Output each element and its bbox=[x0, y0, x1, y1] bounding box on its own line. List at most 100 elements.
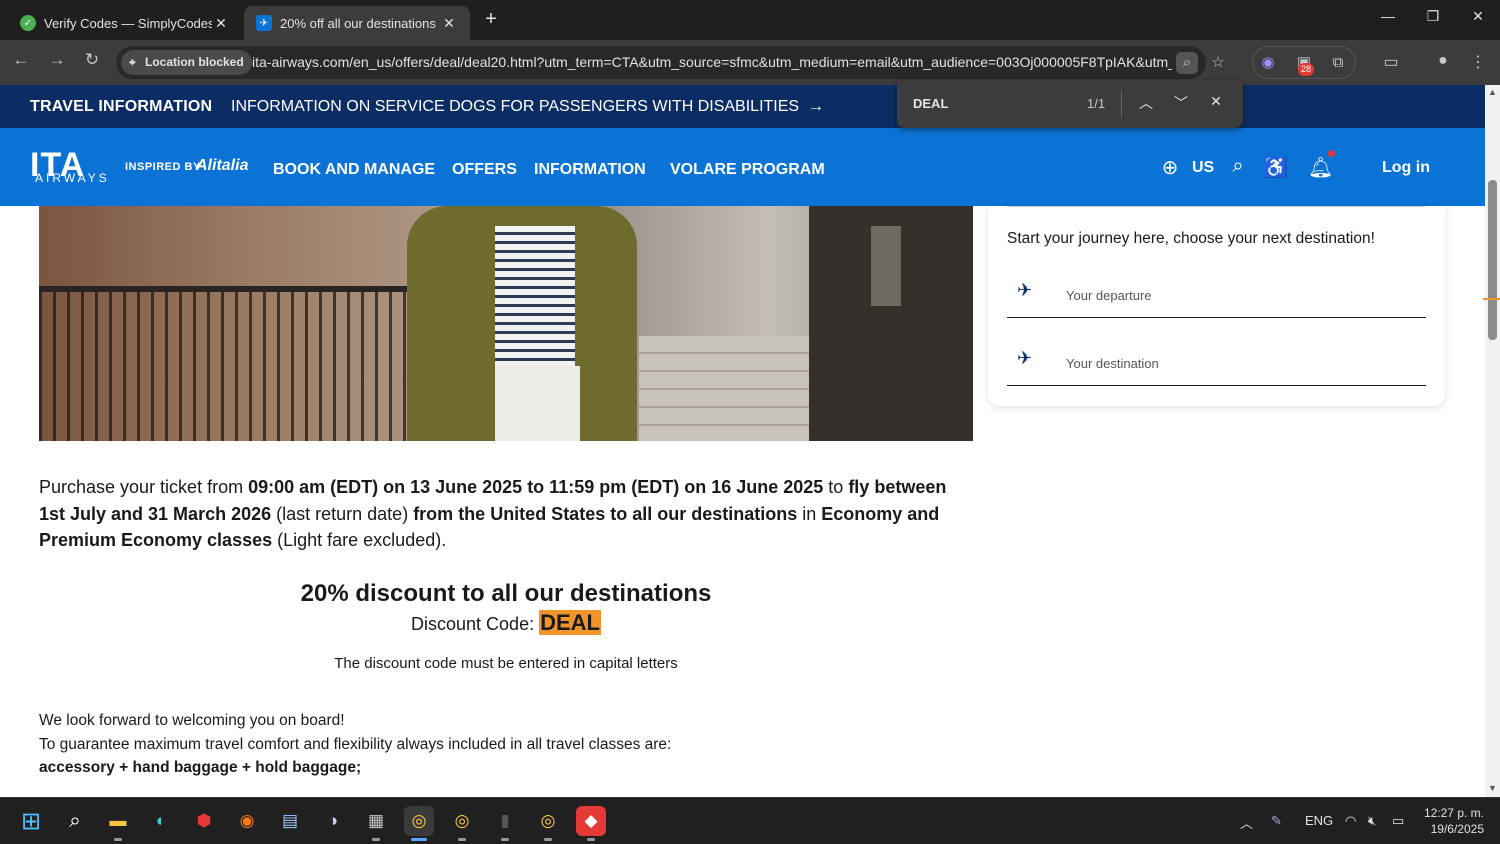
chevron-down-icon[interactable]: ﹀ bbox=[1170, 93, 1192, 113]
discount-note: The discount code must be entered in cap… bbox=[334, 655, 678, 672]
service-dogs-link-text: INFORMATION ON SERVICE DOGS FOR PASSENGE… bbox=[231, 98, 800, 115]
minimize-icon[interactable]: — bbox=[1368, 8, 1408, 24]
clock[interactable]: 12:27 p. m. 19/6/2025 bbox=[1412, 805, 1484, 837]
find-input[interactable]: DEAL bbox=[913, 96, 948, 111]
nav-information[interactable]: INFORMATION bbox=[534, 161, 646, 179]
chrome-icon[interactable]: ◎ bbox=[404, 806, 434, 841]
notification-dot bbox=[1328, 150, 1335, 157]
menu-dots-icon[interactable]: ⋮ bbox=[1467, 52, 1489, 72]
travel-info-title: TRAVEL INFORMATION bbox=[30, 98, 213, 115]
hero-steps bbox=[639, 336, 809, 441]
text-span: (last return date) bbox=[271, 503, 414, 524]
close-icon[interactable]: ✕ bbox=[212, 15, 230, 32]
welcome-line: To guarantee maximum travel comfort and … bbox=[39, 735, 672, 753]
url-text[interactable]: ita-airways.com/en_us/offers/deal/deal20… bbox=[252, 54, 1172, 70]
globe-icon[interactable]: ⊕ bbox=[1158, 155, 1182, 180]
app-red-icon[interactable]: ⬢ bbox=[189, 806, 219, 836]
text-span: in bbox=[797, 503, 822, 524]
scroll-down-icon[interactable]: ▼ bbox=[1487, 783, 1498, 793]
profile-avatar-icon[interactable]: ● bbox=[1432, 52, 1454, 70]
hero-railing-top bbox=[39, 286, 459, 292]
tab-title: 20% off all our destinations | ITA bbox=[280, 15, 440, 31]
chevron-up-icon[interactable]: ︿ bbox=[1135, 93, 1157, 113]
nav-book-and-manage[interactable]: BOOK AND MANAGE bbox=[273, 161, 435, 179]
search-icon[interactable]: ⌕ bbox=[60, 806, 90, 836]
extension-badge: 28 bbox=[1298, 63, 1315, 76]
page-search-icon[interactable]: ⌕ bbox=[1176, 52, 1198, 74]
bookmark-star-icon[interactable]: ☆ bbox=[1207, 52, 1229, 74]
battery-icon[interactable]: ▭ bbox=[1392, 813, 1404, 829]
plane-takeoff-icon: ✈ bbox=[1017, 348, 1033, 368]
tab-simplycodes[interactable]: ✓ Verify Codes — SimplyCodes ✕ bbox=[8, 6, 242, 40]
file-explorer-icon[interactable]: ▬ bbox=[103, 806, 133, 841]
location-off-icon: ⌖ bbox=[129, 55, 136, 69]
chrome-profile-icon[interactable]: ◎ bbox=[533, 806, 563, 841]
discount-code-label: Discount Code: bbox=[411, 614, 540, 634]
app-orb-icon[interactable]: ◑ bbox=[318, 806, 348, 836]
nav-volare-program[interactable]: VOLARE PROGRAM bbox=[670, 161, 825, 179]
discount-code-line: Discount Code: DEAL bbox=[39, 610, 973, 636]
chevron-up-icon[interactable]: ︿ bbox=[1240, 813, 1253, 832]
accessibility-icon[interactable]: ♿ bbox=[1263, 155, 1288, 180]
windows-start-icon[interactable]: ⊞ bbox=[16, 806, 46, 836]
windows-taskbar: ⊞ ⌕ ▬ ◐ ⬢ ◉ ▤ ◑ ▦ ◎ ◎ ▮ ◎ ◆ ︿ ✎ ENG ◠ 🔇︎… bbox=[0, 797, 1500, 844]
tab-strip: ✓ Verify Codes — SimplyCodes ✕ ✈ 20% off… bbox=[0, 0, 1500, 40]
edge-icon[interactable]: ◐ bbox=[146, 806, 176, 836]
address-bar[interactable]: ⌖ Location blocked ita-airways.com/en_us… bbox=[116, 46, 1225, 79]
destination-field[interactable]: ✈ Your destination bbox=[1007, 336, 1426, 386]
nav-offers[interactable]: OFFERS bbox=[452, 161, 517, 179]
location-chip-label: Location blocked bbox=[145, 55, 244, 69]
calculator-icon[interactable]: ▦ bbox=[361, 806, 391, 841]
find-count: 1/1 bbox=[1087, 96, 1106, 111]
text-span: to bbox=[823, 477, 849, 497]
pen-icon[interactable]: ✎ bbox=[1271, 813, 1282, 829]
destination-placeholder: Your destination bbox=[1066, 356, 1159, 371]
card-divider bbox=[1007, 206, 1425, 207]
scroll-thumb[interactable] bbox=[1488, 180, 1497, 340]
wifi-icon[interactable]: ◠ bbox=[1345, 813, 1356, 829]
extension-icon[interactable]: ◉ bbox=[1257, 52, 1279, 74]
text-bold: from the United States to all our destin… bbox=[413, 503, 798, 524]
window-app-icon[interactable]: ▤ bbox=[275, 806, 305, 836]
input-language[interactable]: ENG bbox=[1305, 813, 1333, 828]
departure-placeholder: Your departure bbox=[1066, 288, 1152, 303]
app-red-square-icon[interactable]: ◆ bbox=[576, 806, 606, 841]
close-window-icon[interactable]: ✕ bbox=[1458, 8, 1498, 25]
service-dogs-link[interactable]: INFORMATION ON SERVICE DOGS FOR PASSENGE… bbox=[231, 98, 824, 116]
clock-date: 19/6/2025 bbox=[1430, 822, 1484, 836]
scroll-up-icon[interactable]: ▲ bbox=[1487, 87, 1498, 97]
bell-icon[interactable]: 🔔︎ bbox=[1308, 155, 1333, 180]
ita-favicon-icon: ✈ bbox=[256, 15, 272, 31]
new-tab-icon[interactable]: + bbox=[480, 8, 502, 31]
tab-title: Verify Codes — SimplyCodes bbox=[44, 15, 212, 31]
page-scrollbar[interactable]: ▲ ▼ bbox=[1485, 85, 1500, 797]
app-dark-icon[interactable]: ▮ bbox=[490, 806, 520, 841]
plane-takeoff-icon: ✈ bbox=[1017, 280, 1033, 300]
extensions-puzzle-icon[interactable]: ⧉ bbox=[1327, 52, 1349, 74]
offer-description: Purchase your ticket from 09:00 am (EDT)… bbox=[39, 474, 969, 554]
language-selector[interactable]: US bbox=[1192, 159, 1214, 177]
welcome-line: We look forward to welcoming you on boar… bbox=[39, 712, 345, 729]
speaker-muted-icon[interactable]: 🔇︎ bbox=[1368, 813, 1376, 829]
search-icon[interactable]: ⌕ bbox=[1226, 155, 1250, 178]
close-icon[interactable]: ✕ bbox=[440, 15, 458, 32]
back-icon[interactable]: ← bbox=[8, 50, 34, 70]
departure-field[interactable]: ✈ Your departure bbox=[1007, 268, 1426, 318]
find-match-marker bbox=[1483, 298, 1500, 300]
reading-mode-icon[interactable]: ▭ bbox=[1380, 52, 1402, 72]
location-blocked-chip[interactable]: ⌖ Location blocked bbox=[121, 50, 252, 75]
close-icon[interactable]: ✕ bbox=[1205, 93, 1227, 110]
chrome-profile-icon[interactable]: ◎ bbox=[447, 806, 477, 841]
find-separator bbox=[1121, 90, 1122, 118]
discount-title: 20% discount to all our destinations bbox=[300, 580, 712, 607]
hero-image bbox=[39, 206, 973, 441]
restore-icon[interactable]: ❐ bbox=[1413, 8, 1453, 25]
hero-railing bbox=[39, 286, 459, 441]
site-header: ITA AIRWAYS INSPIRED BY Alitalia BOOK AN… bbox=[0, 128, 1485, 206]
forward-icon[interactable]: → bbox=[44, 50, 70, 70]
alitalia-logo: Alitalia bbox=[196, 157, 249, 174]
firefox-icon[interactable]: ◉ bbox=[232, 806, 262, 836]
login-button[interactable]: Log in bbox=[1382, 159, 1430, 177]
reload-icon[interactable]: ↻ bbox=[79, 50, 105, 70]
tab-ita-airways[interactable]: ✈ 20% off all our destinations | ITA ✕ bbox=[244, 6, 470, 40]
